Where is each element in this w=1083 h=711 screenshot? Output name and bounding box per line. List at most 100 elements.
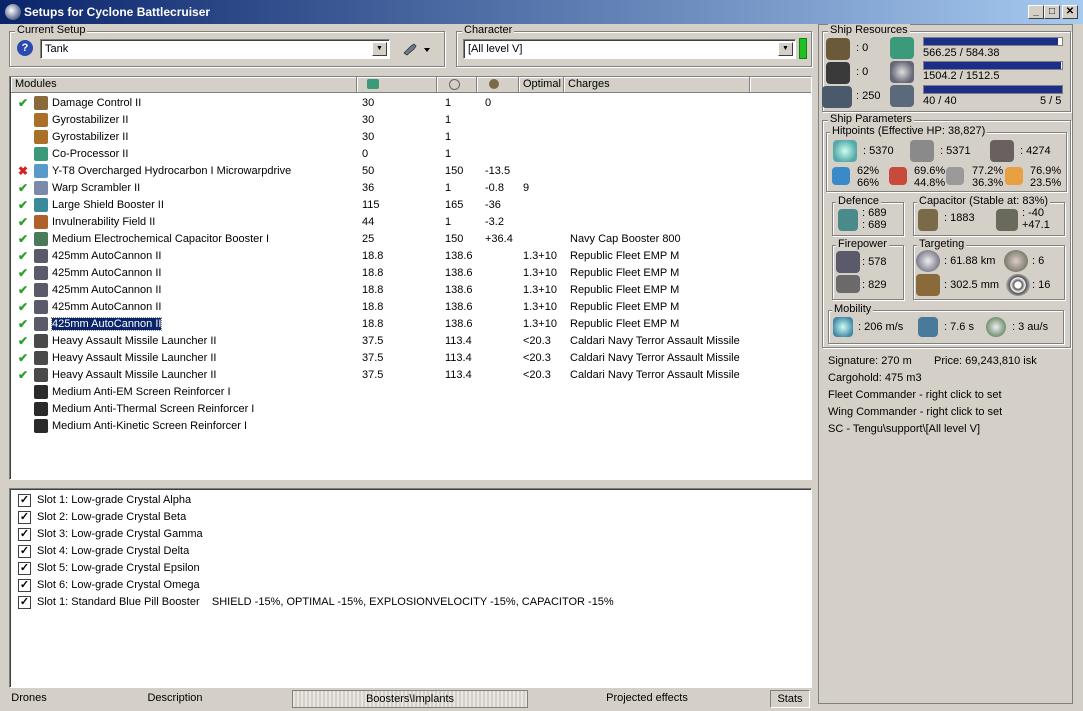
booster-row[interactable]: ✓ Slot 6: Low-grade Crystal Omega bbox=[12, 577, 802, 594]
target-range: : 61.88 km bbox=[944, 255, 996, 267]
module-capacitor: -3.2 bbox=[485, 216, 504, 228]
tab-projected-effects[interactable]: Projected effects bbox=[600, 690, 694, 708]
tab-stats[interactable]: Stats bbox=[770, 690, 810, 708]
module-cpu: 37.5 bbox=[362, 369, 384, 381]
res-thermal-armor: 44.8% bbox=[914, 177, 946, 189]
booster-checkbox[interactable]: ✓ bbox=[18, 562, 31, 575]
setup-tools-button[interactable] bbox=[402, 41, 432, 57]
module-row[interactable]: ✔ Damage Control II 30 1 0 bbox=[12, 95, 802, 112]
squad-commander[interactable]: SC - Tengu\support\[All level V] bbox=[828, 423, 980, 435]
module-charge: Caldari Navy Terror Assault Missile bbox=[570, 352, 740, 364]
fleet-commander[interactable]: Fleet Commander - right click to set bbox=[828, 389, 1002, 401]
module-powergrid: 113.4 bbox=[445, 335, 472, 347]
capacitor-icon bbox=[918, 209, 938, 231]
module-row[interactable]: ✔ 425mm AutoCannon II 18.8 138.6 1.3+10 Repub… bbox=[12, 316, 802, 333]
maximize-button[interactable]: □ bbox=[1044, 5, 1060, 19]
module-charge: Caldari Navy Terror Assault Missile bbox=[570, 335, 740, 347]
booster-row[interactable]: ✓ Slot 5: Low-grade Crystal Epsilon bbox=[12, 560, 802, 577]
booster-row[interactable]: ✓ Slot 1: Standard Blue Pill Booster SHIE… bbox=[12, 594, 802, 611]
booster-checkbox[interactable]: ✓ bbox=[18, 545, 31, 558]
capacitor-label: Capacitor (Stable at: 83%) bbox=[917, 195, 1051, 207]
targeting-label: Targeting bbox=[917, 238, 967, 250]
velocity-icon bbox=[833, 317, 853, 337]
booster-checkbox[interactable]: ✓ bbox=[18, 528, 31, 541]
module-row[interactable]: Gyrostabilizer II 30 1 bbox=[12, 129, 802, 146]
cap-usage: : -40 bbox=[1022, 207, 1045, 219]
module-capacitor: +36.4 bbox=[485, 233, 513, 245]
launcher-slots: : 0 bbox=[856, 66, 869, 78]
active-check-icon: ✔ bbox=[18, 198, 29, 212]
module-row[interactable]: Medium Anti-Kinetic Screen Reinforcer I bbox=[12, 418, 802, 435]
col-charges[interactable]: Charges bbox=[564, 77, 750, 93]
module-powergrid: 1 bbox=[445, 114, 452, 126]
drone-bay-value: 40 / 40 bbox=[923, 95, 957, 107]
help-icon[interactable]: ? bbox=[17, 40, 33, 56]
module-row[interactable]: ✔ 425mm AutoCannon II 18.8 138.6 1.3+10 Repub… bbox=[12, 265, 802, 282]
module-row[interactable]: ✔ 425mm AutoCannon II 18.8 138.6 1.3+10 Repub… bbox=[12, 299, 802, 316]
wing-commander[interactable]: Wing Commander - right click to set bbox=[828, 406, 1002, 418]
powergrid-icon bbox=[449, 79, 460, 90]
module-name: Co-Processor II bbox=[52, 148, 129, 160]
col-optimal[interactable]: Optimal bbox=[519, 77, 564, 93]
res-em-armor: 66% bbox=[857, 177, 880, 189]
modules-list[interactable]: Modules Optimal Charges ✔ Damage Control … bbox=[9, 76, 812, 480]
module-row[interactable]: ✖ Y-T8 Overcharged Hydrocarbon I Microwar… bbox=[12, 163, 802, 180]
current-setup-label: Current Setup bbox=[15, 24, 88, 36]
module-cpu: 18.8 bbox=[362, 318, 384, 330]
chevron-down-icon[interactable]: ▼ bbox=[778, 42, 793, 56]
close-button[interactable]: ✕ bbox=[1062, 5, 1078, 19]
module-name: Medium Electrochemical Capacitor Booster… bbox=[52, 233, 270, 245]
boosters-list[interactable]: ✓ Slot 1: Low-grade Crystal Alpha ✓ Slot 2:… bbox=[9, 488, 812, 688]
booster-row[interactable]: ✓ Slot 3: Low-grade Crystal Gamma bbox=[12, 526, 802, 543]
booster-row[interactable]: ✓ Slot 4: Low-grade Crystal Delta bbox=[12, 543, 802, 560]
signature: Signature: 270 m bbox=[828, 355, 912, 367]
module-charge: Navy Cap Booster 800 bbox=[570, 233, 681, 245]
col-capacitor[interactable] bbox=[477, 77, 519, 93]
chevron-down-icon[interactable]: ▼ bbox=[372, 42, 387, 56]
col-powergrid[interactable] bbox=[437, 77, 477, 93]
module-row[interactable]: ✔ Heavy Assault Missile Launcher II 37.5 11… bbox=[12, 350, 802, 367]
module-row[interactable]: Medium Anti-Thermal Screen Reinforcer I bbox=[12, 401, 802, 418]
module-charge: Republic Fleet EMP M bbox=[570, 267, 680, 279]
module-row[interactable]: ✔ Heavy Assault Missile Launcher II 37.5 11… bbox=[12, 333, 802, 350]
firepower-missile: : 829 bbox=[862, 279, 887, 291]
col-cpu[interactable] bbox=[357, 77, 437, 93]
module-row[interactable]: Gyrostabilizer II 30 1 bbox=[12, 112, 802, 129]
module-row[interactable]: ✔ Heavy Assault Missile Launcher II 37.5 11… bbox=[12, 367, 802, 384]
booster-checkbox[interactable]: ✓ bbox=[18, 511, 31, 524]
drone-bay-bar bbox=[923, 85, 1063, 94]
armor-hp-icon bbox=[910, 140, 934, 162]
booster-row[interactable]: ✓ Slot 2: Low-grade Crystal Beta bbox=[12, 509, 802, 526]
module-row[interactable]: ✔ Large Shield Booster II 115 165 -36 bbox=[12, 197, 802, 214]
col-modules[interactable]: Modules bbox=[11, 77, 357, 93]
minimize-button[interactable]: _ bbox=[1028, 5, 1044, 19]
booster-row[interactable]: ✓ Slot 1: Low-grade Crystal Alpha bbox=[12, 492, 802, 509]
booster-checkbox[interactable]: ✓ bbox=[18, 596, 31, 609]
module-icon bbox=[34, 164, 48, 178]
module-row[interactable]: ✔ 425mm AutoCannon II 18.8 138.6 1.3+10 Repub… bbox=[12, 282, 802, 299]
firepower-label: Firepower bbox=[836, 238, 889, 250]
max-targets-icon bbox=[1004, 250, 1028, 272]
active-check-icon: ✔ bbox=[18, 266, 29, 280]
module-row[interactable]: Co-Processor II 0 1 bbox=[12, 146, 802, 163]
module-row[interactable]: ✔ Medium Electrochemical Capacitor Booste… bbox=[12, 231, 802, 248]
tab-description[interactable]: Description bbox=[140, 690, 210, 708]
thermal-resist-icon bbox=[889, 167, 907, 185]
module-powergrid: 1 bbox=[445, 216, 452, 228]
tab-drones[interactable]: Drones bbox=[8, 690, 50, 708]
module-row[interactable]: ✔ 425mm AutoCannon II 18.8 138.6 1.3+10 Repub… bbox=[12, 248, 802, 265]
module-row[interactable]: ✔ Invulnerability Field II 44 1 -3.2 bbox=[12, 214, 802, 231]
module-optimal: 1.3+10 bbox=[523, 267, 557, 279]
character-select[interactable]: [All level V] ▼ bbox=[463, 39, 796, 59]
booster-checkbox[interactable]: ✓ bbox=[18, 494, 31, 507]
module-row[interactable]: Medium Anti-EM Screen Reinforcer I bbox=[12, 384, 802, 401]
tab-boosters-implants[interactable]: Boosters\Implants bbox=[292, 690, 528, 708]
booster-checkbox[interactable]: ✓ bbox=[18, 579, 31, 592]
booster-label: Slot 2: Low-grade Crystal Beta bbox=[37, 511, 187, 523]
setup-select[interactable]: Tank ▼ bbox=[40, 39, 390, 59]
module-cpu: 18.8 bbox=[362, 284, 384, 296]
module-name: Gyrostabilizer II bbox=[52, 114, 129, 126]
module-row[interactable]: ✔ Warp Scrambler II 36 1 -0.8 9 bbox=[12, 180, 802, 197]
module-cpu: 18.8 bbox=[362, 250, 384, 262]
module-name: Medium Anti-Thermal Screen Reinforcer I bbox=[52, 403, 255, 415]
